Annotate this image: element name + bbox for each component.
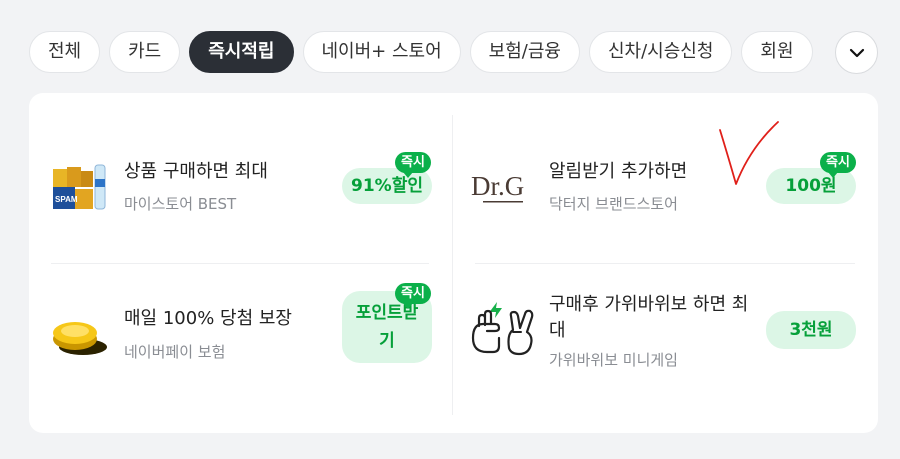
reward-value: 포인트받기 (355, 303, 419, 351)
more-tabs-button[interactable] (835, 31, 878, 74)
chevron-down-icon (849, 48, 864, 57)
rock-paper-scissors-icon (471, 302, 534, 356)
tab-instant-reward[interactable]: 즉시적립 (189, 31, 294, 73)
handwritten-checkmark (719, 121, 779, 185)
item-subtitle: 가위바위보 미니게임 (549, 351, 678, 369)
tab-naver-plus-store[interactable]: 네이버+ 스토어 (302, 31, 461, 73)
tab-member[interactable]: 회원 (741, 31, 813, 73)
drg-logo-text: Dr.G (471, 171, 524, 201)
coin-icon (53, 322, 107, 355)
item-subtitle: 닥터지 브랜드스토어 (549, 195, 678, 213)
reward-pill: 3천원 (766, 311, 856, 349)
item-title: 매일 100% 당첨 보장 (124, 308, 292, 329)
reward-item-drg[interactable]: Dr.G 알림받기 추가하면 닥터지 브랜드스토어 100원 즉시 (453, 93, 878, 263)
reward-item-rps-minigame[interactable]: 구매후 가위바위보 하면 최대 가위바위보 미니게임 3천원 (453, 264, 878, 433)
item-title: 상품 구매하면 최대 (124, 161, 268, 182)
instant-badge: 즉시 (395, 283, 431, 309)
spam-label: SPAM (55, 195, 78, 204)
drg-logo: Dr.G (471, 171, 524, 203)
tab-new-car-test-drive[interactable]: 신차/시승신청 (588, 31, 733, 73)
item-subtitle: 네이버페이 보험 (124, 343, 226, 361)
reward-value: 100원 (785, 176, 837, 196)
tab-insurance-finance[interactable]: 보험/금융 (469, 31, 580, 73)
instant-badge: 즉시 (395, 152, 431, 178)
tab-card[interactable]: 카드 (109, 31, 181, 73)
item-title: 알림받기 추가하면 (549, 161, 688, 182)
reward-item-naverpay-insurance[interactable]: 매일 100% 당첨 보장 네이버페이 보험 포인트받기 즉시 (29, 264, 452, 433)
product-bundle-image: SPAM (53, 164, 106, 210)
item-subtitle: 마이스토어 BEST (124, 195, 237, 213)
reward-value: 91%할인 (351, 176, 423, 196)
reward-pill: 91%할인 (342, 168, 432, 204)
reward-value: 3천원 (789, 320, 833, 340)
category-tabs: 전체 카드 즉시적립 네이버+ 스토어 보험/금융 신차/시승신청 회원 (29, 31, 821, 73)
reward-item-store-best[interactable]: SPAM 상품 구매하면 최대 마이스토어 BEST 91%할인 즉시 (29, 93, 452, 263)
tab-all[interactable]: 전체 (29, 31, 101, 73)
instant-badge: 즉시 (820, 152, 856, 178)
item-title: 구매후 가위바위보 하면 최대 (549, 294, 749, 341)
